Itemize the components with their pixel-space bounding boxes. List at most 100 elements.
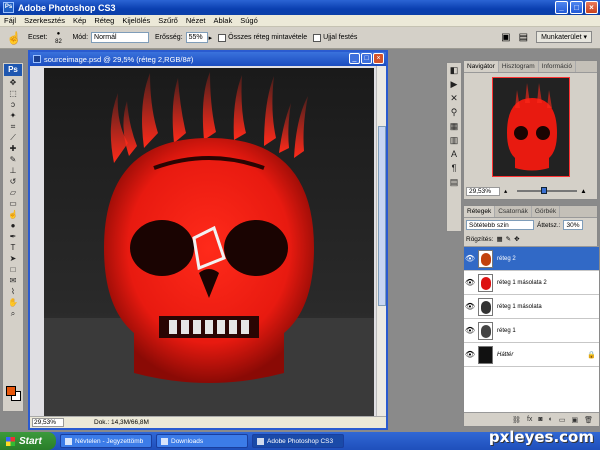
visibility-eye-icon[interactable]: 👁 bbox=[464, 326, 476, 335]
document-info[interactable]: Dok.: 14,3M/66,8M bbox=[94, 419, 149, 426]
menu-file[interactable]: Fájl bbox=[0, 16, 20, 25]
tab-histogram[interactable]: Hisztogram bbox=[499, 61, 539, 72]
navigator-zoom-field[interactable]: 29,53% bbox=[466, 186, 500, 196]
menu-window[interactable]: Ablak bbox=[209, 16, 236, 25]
gradient-icon[interactable]: ▭ bbox=[4, 198, 22, 209]
layer-row[interactable]: 👁 réteg 1 bbox=[464, 319, 599, 343]
layer-mask-icon[interactable]: ◙ bbox=[538, 416, 542, 423]
visibility-eye-icon[interactable]: 👁 bbox=[464, 278, 476, 287]
maximize-button[interactable]: □ bbox=[570, 1, 583, 14]
character-panel-icon[interactable]: A bbox=[447, 149, 461, 161]
pen-icon[interactable]: ✒ bbox=[4, 231, 22, 242]
layer-row[interactable]: 👁 Háttér 🔒 bbox=[464, 343, 599, 367]
navigator-thumbnail[interactable] bbox=[492, 77, 570, 177]
mode-select[interactable]: Normál bbox=[91, 32, 150, 43]
link-layers-icon[interactable]: ⛓ bbox=[512, 416, 521, 424]
menu-help[interactable]: Súgó bbox=[236, 16, 262, 25]
new-group-icon[interactable]: ▭ bbox=[559, 416, 566, 424]
stamp-icon[interactable]: ⊥ bbox=[4, 165, 22, 176]
opacity-field[interactable]: 30% bbox=[563, 220, 584, 230]
doc-maximize-button[interactable]: □ bbox=[361, 53, 372, 64]
document-title-bar[interactable]: sourceimage.psd @ 29,5% (réteg 2,RGB/8#)… bbox=[30, 52, 386, 66]
taskbar-downloads[interactable]: Downloads bbox=[156, 434, 248, 448]
foreground-color-swatch[interactable] bbox=[6, 386, 16, 396]
delete-layer-icon[interactable]: 🗑 bbox=[584, 416, 593, 424]
dodge-icon[interactable]: ● bbox=[4, 220, 22, 231]
brush-picker[interactable]: ● 82 bbox=[50, 30, 66, 46]
lock-pixels-icon[interactable]: ✎ bbox=[506, 235, 511, 243]
tool-presets-icon[interactable]: ▤ bbox=[519, 32, 528, 43]
vertical-scrollbar[interactable] bbox=[376, 66, 386, 418]
zoom-slider-knob[interactable] bbox=[541, 187, 548, 194]
slice-icon[interactable]: ⟋ bbox=[4, 132, 22, 143]
notes-icon[interactable]: ✉ bbox=[4, 275, 22, 286]
navigator-zoom-slider[interactable] bbox=[517, 187, 578, 194]
menu-image[interactable]: Kép bbox=[69, 16, 90, 25]
tools-panel-icon[interactable]: ✕ bbox=[447, 93, 461, 105]
visibility-eye-icon[interactable]: 👁 bbox=[464, 254, 476, 263]
image-canvas[interactable] bbox=[44, 68, 374, 416]
swatches-panel-icon[interactable]: ▤ bbox=[447, 177, 461, 189]
menu-filter[interactable]: Szűrő bbox=[154, 16, 182, 25]
healing-icon[interactable]: ✚ bbox=[4, 143, 22, 154]
layer-row[interactable]: 👁 réteg 2 bbox=[464, 247, 599, 271]
eyedropper-icon[interactable]: ⌇ bbox=[4, 286, 22, 297]
lock-position-icon[interactable]: ✥ bbox=[514, 235, 519, 243]
start-button[interactable]: Start bbox=[0, 432, 56, 450]
new-layer-icon[interactable]: ▣ bbox=[571, 416, 578, 424]
layer-row[interactable]: 👁 réteg 1 másolata 2 bbox=[464, 271, 599, 295]
menu-layer[interactable]: Réteg bbox=[90, 16, 118, 25]
shape-icon[interactable]: □ bbox=[4, 264, 22, 275]
tab-info[interactable]: Információ bbox=[539, 61, 577, 72]
eraser-icon[interactable]: ▱ bbox=[4, 187, 22, 198]
doc-close-button[interactable]: × bbox=[373, 53, 384, 64]
blend-mode-select[interactable]: Sötétebb szín bbox=[466, 220, 534, 230]
taskbar-photoshop[interactable]: Adobe Photoshop CS3 bbox=[252, 434, 344, 448]
taskbar-notepad[interactable]: Névtelen - Jegyzettömb bbox=[60, 434, 152, 448]
type-icon[interactable]: T bbox=[4, 242, 22, 253]
marquee-icon[interactable]: ⬚ bbox=[4, 88, 22, 99]
strength-arrow-icon[interactable]: ▸ bbox=[209, 34, 213, 42]
menu-view[interactable]: Nézet bbox=[182, 16, 210, 25]
clone-source-panel-icon[interactable]: ▥ bbox=[447, 135, 461, 147]
menu-select[interactable]: Kijelölés bbox=[118, 16, 154, 25]
strength-field[interactable]: 55% bbox=[185, 32, 208, 43]
smudge-tool-preset-icon[interactable]: ☝ bbox=[6, 30, 22, 46]
layer-row[interactable]: 👁 réteg 1 másolata bbox=[464, 295, 599, 319]
paragraph-panel-icon[interactable]: ¶ bbox=[447, 163, 461, 175]
history-panel-icon[interactable]: ◧ bbox=[447, 65, 461, 77]
document-zoom-field[interactable]: 29,53% bbox=[32, 418, 64, 427]
layer-style-icon[interactable]: fx bbox=[527, 416, 532, 423]
tab-channels[interactable]: Csatornák bbox=[495, 206, 532, 217]
zoom-in-icon[interactable]: ▲ bbox=[580, 188, 586, 195]
path-select-icon[interactable]: ➤ bbox=[4, 253, 22, 264]
finger-painting-checkbox[interactable] bbox=[313, 33, 322, 42]
brushes-panel-icon[interactable]: ▦ bbox=[447, 121, 461, 133]
tab-navigator[interactable]: Navigátor bbox=[464, 61, 499, 72]
lock-transparency-icon[interactable]: ▦ bbox=[496, 235, 502, 243]
history-brush-icon[interactable]: ↺ bbox=[4, 176, 22, 187]
tab-layers[interactable]: Rétegek bbox=[464, 206, 496, 217]
lasso-icon[interactable]: ↄ bbox=[4, 99, 22, 110]
scrollbar-thumb[interactable] bbox=[378, 126, 386, 306]
minimize-button[interactable]: _ bbox=[555, 1, 568, 14]
visibility-eye-icon[interactable]: 👁 bbox=[464, 302, 476, 311]
sample-all-layers-checkbox[interactable] bbox=[218, 33, 227, 42]
magic-wand-icon[interactable]: ✦ bbox=[4, 110, 22, 121]
brush-icon[interactable]: ✎ bbox=[4, 154, 22, 165]
smudge-icon[interactable]: ☝ bbox=[4, 209, 22, 220]
doc-minimize-button[interactable]: _ bbox=[349, 53, 360, 64]
paths-panel-icon[interactable]: ⚲ bbox=[447, 107, 461, 119]
crop-icon[interactable]: ⌗ bbox=[4, 121, 22, 132]
tab-curves[interactable]: Görbék bbox=[532, 206, 561, 217]
adjustment-layer-icon[interactable]: ◐ bbox=[549, 416, 553, 423]
zoom-out-icon[interactable]: ▴ bbox=[504, 187, 507, 195]
workspace-button[interactable]: Munkaterület ▾ bbox=[536, 31, 592, 43]
actions-panel-icon[interactable]: ▶ bbox=[447, 79, 461, 91]
move-icon[interactable]: ✥ bbox=[4, 77, 22, 88]
visibility-eye-icon[interactable]: 👁 bbox=[464, 350, 476, 359]
hand-icon[interactable]: ✋ bbox=[4, 297, 22, 308]
bridge-icon[interactable]: ▣ bbox=[501, 32, 510, 43]
menu-edit[interactable]: Szerkesztés bbox=[20, 16, 69, 25]
close-button[interactable]: × bbox=[585, 1, 598, 14]
